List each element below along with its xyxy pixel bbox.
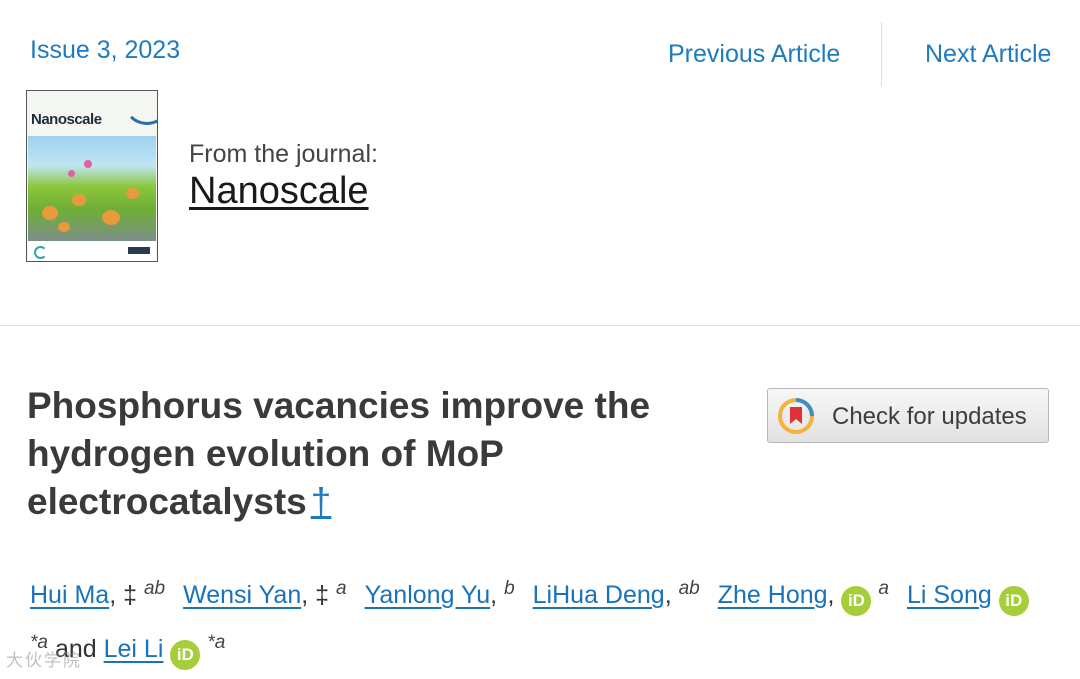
check-for-updates-button[interactable]: Check for updates — [767, 388, 1049, 443]
author-affiliation: ab — [678, 578, 700, 599]
title-line-1: Phosphorus vacancies improve the — [27, 385, 651, 426]
previous-article-link[interactable]: Previous Article — [668, 40, 840, 69]
watermark-text: 大伙学院 — [6, 651, 82, 670]
author-mark: * — [207, 632, 215, 653]
author-link[interactable]: Zhe Hong — [718, 581, 828, 609]
cover-title: Nanoscale — [31, 111, 102, 128]
author-mark: ‡ — [315, 581, 330, 609]
article-title: Phosphorus vacancies improve the hydrogen… — [27, 382, 727, 526]
author-link[interactable]: Yanlong Yu — [365, 581, 491, 609]
orcid-icon[interactable]: iD — [998, 586, 1029, 616]
author-affiliation: a — [336, 578, 347, 599]
authors-list: Hui Ma, ‡ ab Wensi Yan, ‡ a Yanlong Yu, bL… — [30, 578, 1029, 618]
author-link[interactable]: Hui Ma — [30, 581, 109, 609]
from-journal-label: From the journal: — [189, 140, 378, 168]
check-for-updates-label: Check for updates — [832, 403, 1027, 430]
title-line-2: hydrogen evolution of MoP — [27, 433, 504, 474]
author-affiliation: ab — [143, 578, 166, 599]
title-footnote-link[interactable]: † — [311, 481, 332, 522]
author-affiliation: a — [214, 632, 226, 653]
author-link[interactable]: Li Song — [907, 581, 992, 609]
issue-link[interactable]: Issue 3, 2023 — [30, 36, 180, 65]
author-link[interactable]: LiHua Deng — [533, 581, 665, 609]
author-link[interactable]: Wensi Yan — [183, 581, 301, 609]
publisher-logo-icon — [128, 247, 150, 254]
next-article-link[interactable]: Next Article — [925, 40, 1051, 69]
rsc-logo-icon — [34, 246, 47, 259]
cover-artwork — [28, 136, 156, 241]
author-mark: ‡ — [123, 581, 137, 609]
orcid-icon[interactable]: iD — [841, 586, 872, 616]
cover-ring-graphic — [123, 91, 157, 125]
author-link[interactable]: Lei Li — [104, 635, 164, 663]
title-line-3: electrocatalysts — [27, 481, 307, 522]
author-affiliation: a — [878, 578, 889, 599]
section-divider — [0, 325, 1080, 326]
cover-footer — [28, 241, 156, 261]
journal-name-link[interactable]: Nanoscale — [189, 170, 369, 213]
crossmark-icon — [778, 398, 814, 434]
author-affiliation: b — [504, 578, 515, 599]
journal-cover-image[interactable]: Nanoscale — [26, 90, 158, 262]
orcid-icon[interactable]: iD — [170, 640, 201, 670]
nav-separator — [881, 22, 882, 86]
